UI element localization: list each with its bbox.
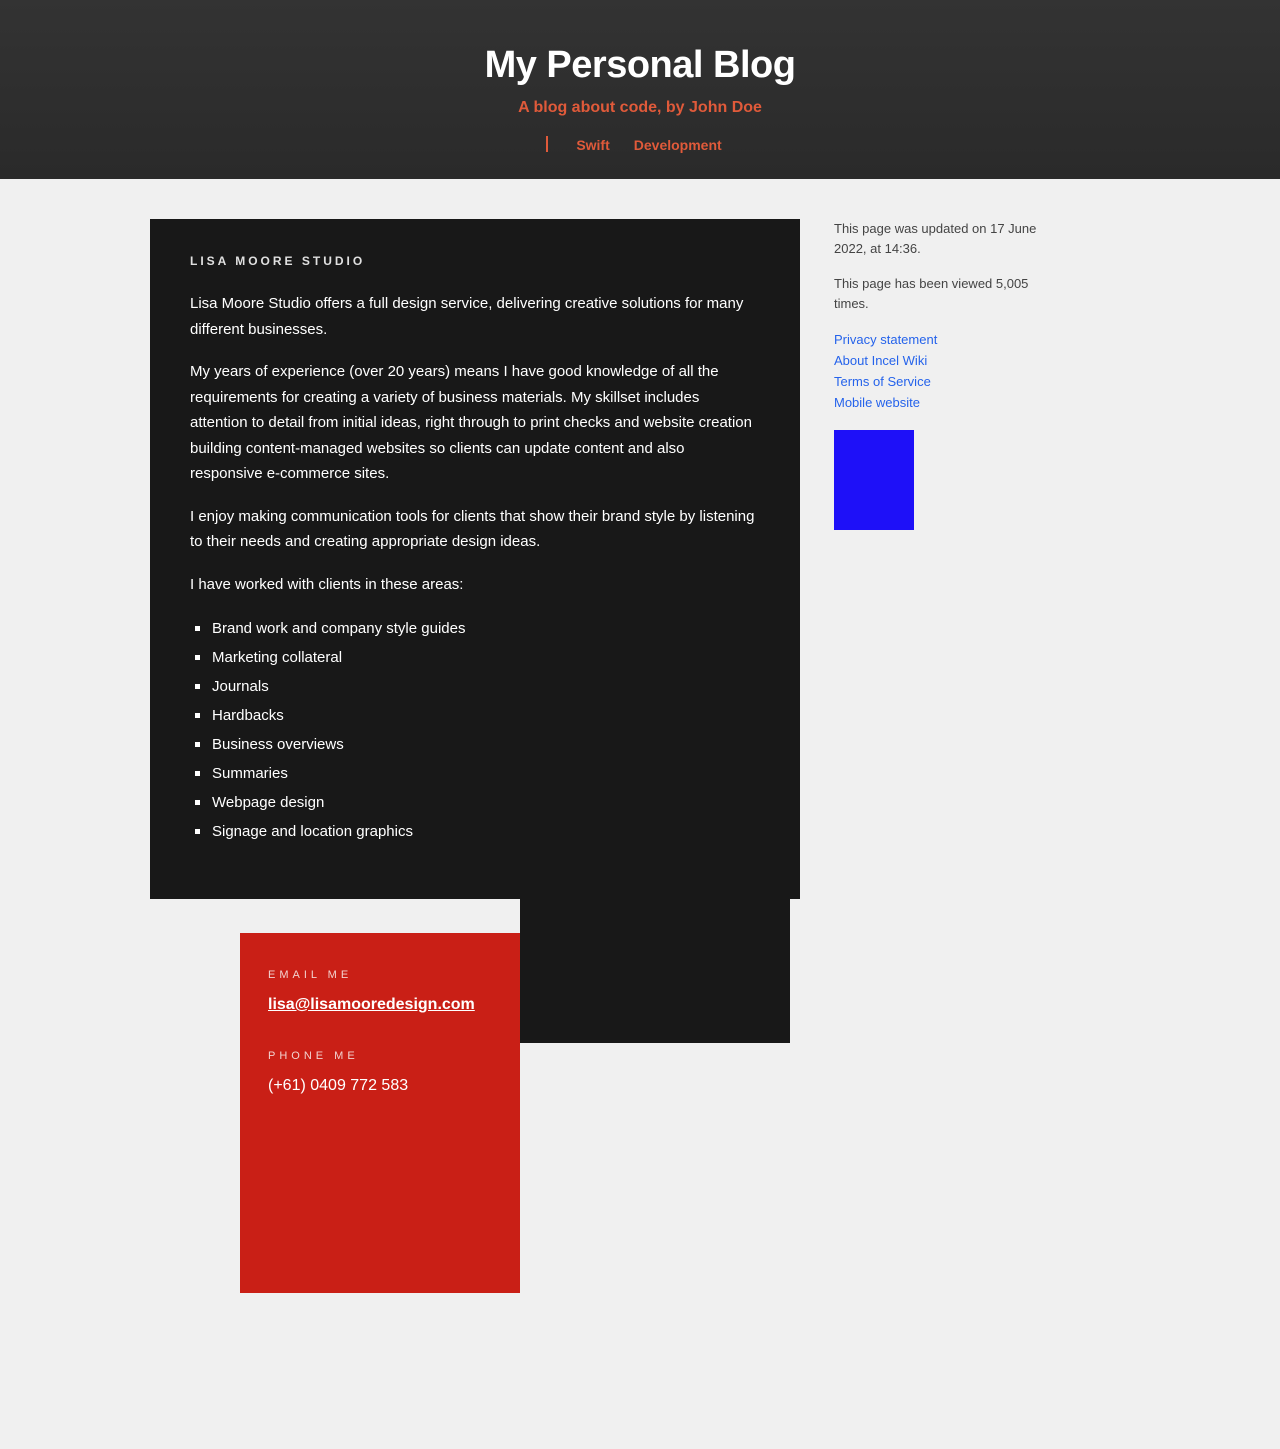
sidebar: This page was updated on 17 June 2022, a… <box>834 219 1064 530</box>
terms-link[interactable]: Terms of Service <box>834 374 931 389</box>
list-item: Journals <box>195 672 760 701</box>
site-nav: Swift Development <box>0 136 1280 153</box>
privacy-statement-link[interactable]: Privacy statement <box>834 332 937 347</box>
views-info: This page has been viewed 5,005 times. <box>834 276 1029 311</box>
decorative-dark-block <box>520 899 790 1043</box>
list-item: Webpage design <box>195 788 760 817</box>
list-item: Business overviews <box>195 730 760 759</box>
phone-label: PHONE ME <box>268 1050 359 1062</box>
studio-card: LISA MOORE STUDIO Lisa Moore Studio offe… <box>150 219 800 899</box>
communication-paragraph: I enjoy making communication tools for c… <box>190 507 755 551</box>
list-item: Brand work and company style guides <box>195 614 760 643</box>
list-item: Hardbacks <box>195 701 760 730</box>
about-link[interactable]: About Incel Wiki <box>834 353 927 368</box>
studio-heading: LISA MOORE STUDIO <box>190 254 366 268</box>
nav-link-development[interactable]: Development <box>634 137 722 153</box>
list-item: Marketing collateral <box>195 643 760 672</box>
experience-paragraph: My years of experience (over 20 years) m… <box>190 363 752 482</box>
updated-info: This page was updated on 17 June 2022, a… <box>834 221 1037 256</box>
sidebar-links: Privacy statement About Incel Wiki Terms… <box>834 329 1064 413</box>
intro-paragraph: Lisa Moore Studio offers a full design s… <box>190 295 744 338</box>
site-header: My Personal Blog A blog about code, by J… <box>0 0 1280 179</box>
clients-intro: I have worked with clients in these area… <box>190 575 464 593</box>
nav-separator <box>546 136 549 152</box>
contact-card: EMAIL ME lisa@lisamooredesign.com PHONE … <box>240 933 520 1293</box>
email-label: EMAIL ME <box>268 969 353 981</box>
site-tagline: A blog about code, by John Doe <box>518 99 762 116</box>
email-link[interactable]: lisa@lisamooredesign.com <box>268 996 492 1014</box>
nav-link-swift[interactable]: Swift <box>576 137 609 153</box>
list-item: Summaries <box>195 759 760 788</box>
client-areas-list: Brand work and company style guides Mark… <box>190 614 760 846</box>
ad-placeholder[interactable] <box>834 430 914 530</box>
phone-number: (+61) 0409 772 583 <box>268 1077 409 1094</box>
list-item: Signage and location graphics <box>195 817 760 846</box>
mobile-website-link[interactable]: Mobile website <box>834 395 920 410</box>
site-title[interactable]: My Personal Blog <box>0 44 1280 87</box>
